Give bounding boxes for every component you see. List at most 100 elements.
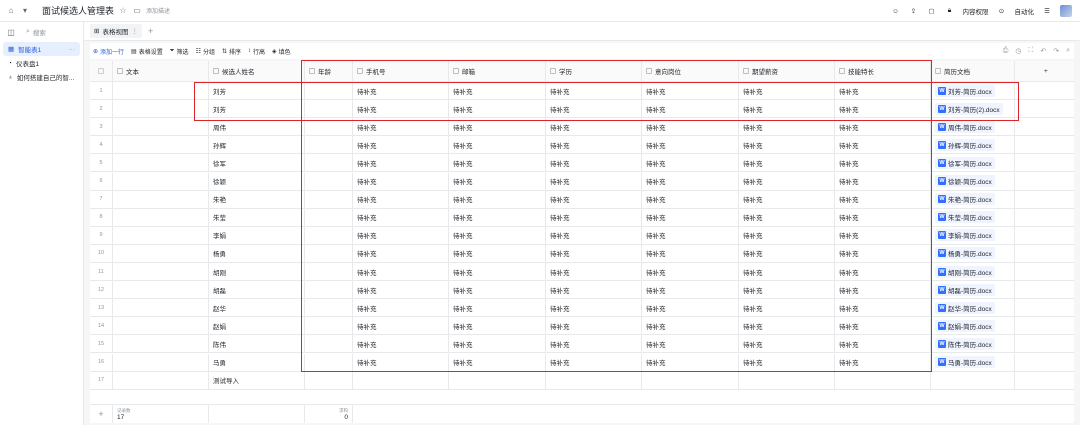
education-cell[interactable]: 待补充 — [546, 82, 642, 100]
sidebar-item-table1[interactable]: ▦ 智能表1 ··· — [3, 42, 80, 56]
email-cell[interactable]: 待补充 — [449, 172, 546, 190]
sidebar-item-dashboard1[interactable]: ◔ 仪表盘1 — [0, 56, 83, 70]
resume-cell[interactable]: W 徐颖-简历.docx — [931, 172, 1015, 190]
attachment-chip[interactable]: W 陈伟-简历.docx — [935, 337, 995, 350]
attachment-chip[interactable]: W 赵华-简历.docx — [935, 301, 995, 314]
phone-cell[interactable]: 待补充 — [353, 82, 449, 100]
doc-title[interactable]: 面试候选人管理表 — [42, 4, 114, 17]
salary-cell[interactable]: 待补充 — [739, 317, 835, 335]
tab-table-view[interactable]: ⊞ 表格视图 ⋮ — [90, 24, 142, 38]
skills-cell[interactable] — [835, 371, 931, 389]
position-cell[interactable] — [642, 371, 739, 389]
salary-cell[interactable]: 待补充 — [739, 208, 835, 226]
age-cell[interactable] — [305, 263, 353, 281]
table-row[interactable]: 11 胡刚 待补充 待补充 待补充 待补充 待补充 待补充 W 胡刚-简历.docx — [90, 263, 1074, 282]
resume-cell[interactable]: W 马勇-简历.docx — [931, 353, 1015, 371]
table-row[interactable]: 10 杨勇 待补充 待补充 待补充 待补充 待补充 待补充 W 杨勇-简历.docx — [90, 244, 1074, 263]
attachment-chip[interactable]: W 马勇-简历.docx — [935, 356, 995, 369]
attachment-chip[interactable]: W 刘芳-简历.docx — [935, 84, 995, 97]
search-label[interactable]: 搜索 — [33, 27, 46, 37]
share-icon[interactable]: ⇪ — [909, 6, 919, 16]
phone-cell[interactable]: 待补充 — [353, 172, 449, 190]
skills-cell[interactable]: 待补充 — [835, 190, 931, 208]
email-cell[interactable]: 待补充 — [449, 244, 546, 262]
email-cell[interactable]: 待补充 — [449, 226, 546, 244]
name-cell[interactable]: 朱艳 — [209, 190, 305, 208]
resume-cell[interactable]: W 周伟-简历.docx — [931, 118, 1015, 136]
phone-cell[interactable]: 待补充 — [353, 299, 449, 317]
column-header[interactable]: 手机号 — [353, 61, 449, 81]
education-cell[interactable]: 待补充 — [546, 154, 642, 172]
skills-cell[interactable]: 待补充 — [835, 172, 931, 190]
age-cell[interactable] — [305, 82, 353, 100]
education-cell[interactable]: 待补充 — [546, 172, 642, 190]
column-header[interactable]: 期望薪资 — [739, 61, 835, 81]
table-row[interactable]: 1 刘芳 待补充 待补充 待补充 待补充 待补充 待补充 W 刘芳-简历.docx — [90, 82, 1074, 101]
email-cell[interactable]: 待补充 — [449, 154, 546, 172]
folder-icon[interactable]: ▭ — [132, 6, 142, 16]
resume-cell[interactable]: W 徐军-简历.docx — [931, 154, 1015, 172]
position-cell[interactable]: 待补充 — [642, 208, 739, 226]
email-cell[interactable]: 待补充 — [449, 118, 546, 136]
attachment-chip[interactable]: W 徐颖-简历.docx — [935, 175, 995, 188]
education-cell[interactable]: 待补充 — [546, 317, 642, 335]
phone-cell[interactable]: 待补充 — [353, 118, 449, 136]
sidebar-toggle-icon[interactable]: ◫ — [6, 27, 16, 37]
search-icon[interactable]: ⌕ — [1066, 47, 1070, 55]
skills-cell[interactable]: 待补充 — [835, 281, 931, 299]
add-description-tag[interactable]: 添加描述 — [146, 6, 170, 15]
education-cell[interactable]: 待补充 — [546, 244, 642, 262]
skills-cell[interactable]: 待补充 — [835, 353, 931, 371]
text-cell[interactable] — [113, 281, 209, 299]
skills-cell[interactable]: 待补充 — [835, 82, 931, 100]
text-cell[interactable] — [113, 335, 209, 353]
text-cell[interactable] — [113, 299, 209, 317]
resume-cell[interactable]: W 赵娟-简历.docx — [931, 317, 1015, 335]
phone-cell[interactable]: 待补充 — [353, 244, 449, 262]
attachment-chip[interactable]: W 胡刚-简历.docx — [935, 265, 995, 278]
skills-cell[interactable]: 待补充 — [835, 299, 931, 317]
skills-cell[interactable]: 待补充 — [835, 244, 931, 262]
add-row-button[interactable]: ⊕ 添加一行 — [93, 47, 124, 56]
position-cell[interactable]: 待补充 — [642, 263, 739, 281]
search-icon[interactable]: ⌕ — [26, 28, 30, 36]
salary-cell[interactable]: 待补充 — [739, 136, 835, 154]
salary-cell[interactable]: 待补充 — [739, 118, 835, 136]
resume-cell[interactable]: W 杨勇-简历.docx — [931, 244, 1015, 262]
text-cell[interactable] — [113, 353, 209, 371]
phone-cell[interactable]: 待补充 — [353, 353, 449, 371]
user-add-icon[interactable]: ☺ — [891, 6, 901, 16]
name-cell[interactable]: 朱莹 — [209, 208, 305, 226]
name-cell[interactable]: 马勇 — [209, 353, 305, 371]
education-cell[interactable]: 待补充 — [546, 226, 642, 244]
skills-cell[interactable]: 待补充 — [835, 118, 931, 136]
text-cell[interactable] — [113, 118, 209, 136]
education-cell[interactable]: 待补充 — [546, 263, 642, 281]
email-cell[interactable]: 待补充 — [449, 208, 546, 226]
education-cell[interactable]: 待补充 — [546, 353, 642, 371]
age-cell[interactable] — [305, 317, 353, 335]
salary-cell[interactable]: 待补充 — [739, 226, 835, 244]
salary-cell[interactable]: 待补充 — [739, 353, 835, 371]
column-header[interactable]: 简历文档 — [931, 61, 1015, 81]
phone-cell[interactable]: 待补充 — [353, 154, 449, 172]
automation-button[interactable]: 自动化 — [1015, 6, 1035, 16]
attachment-chip[interactable]: W 周伟-简历.docx — [935, 120, 995, 133]
position-cell[interactable]: 待补充 — [642, 172, 739, 190]
resume-cell[interactable]: W 孙辉-简历.docx — [931, 136, 1015, 154]
position-cell[interactable]: 待补充 — [642, 299, 739, 317]
phone-cell[interactable]: 待补充 — [353, 190, 449, 208]
attachment-chip[interactable]: W 赵娟-简历.docx — [935, 319, 995, 332]
email-cell[interactable]: 待补充 — [449, 335, 546, 353]
education-cell[interactable] — [546, 371, 642, 389]
salary-cell[interactable]: 待补充 — [739, 263, 835, 281]
name-cell[interactable]: 赵华 — [209, 299, 305, 317]
education-cell[interactable]: 待补充 — [546, 208, 642, 226]
phone-cell[interactable]: 待补充 — [353, 317, 449, 335]
resume-cell[interactable]: W 陈伟-简历.docx — [931, 335, 1015, 353]
sort-button[interactable]: ⇅ 排序 — [222, 47, 241, 56]
email-cell[interactable]: 待补充 — [449, 317, 546, 335]
phone-cell[interactable]: 待补充 — [353, 226, 449, 244]
age-cell[interactable] — [305, 208, 353, 226]
attachment-chip[interactable]: W 刘芳-简历(2).docx — [935, 102, 1003, 115]
